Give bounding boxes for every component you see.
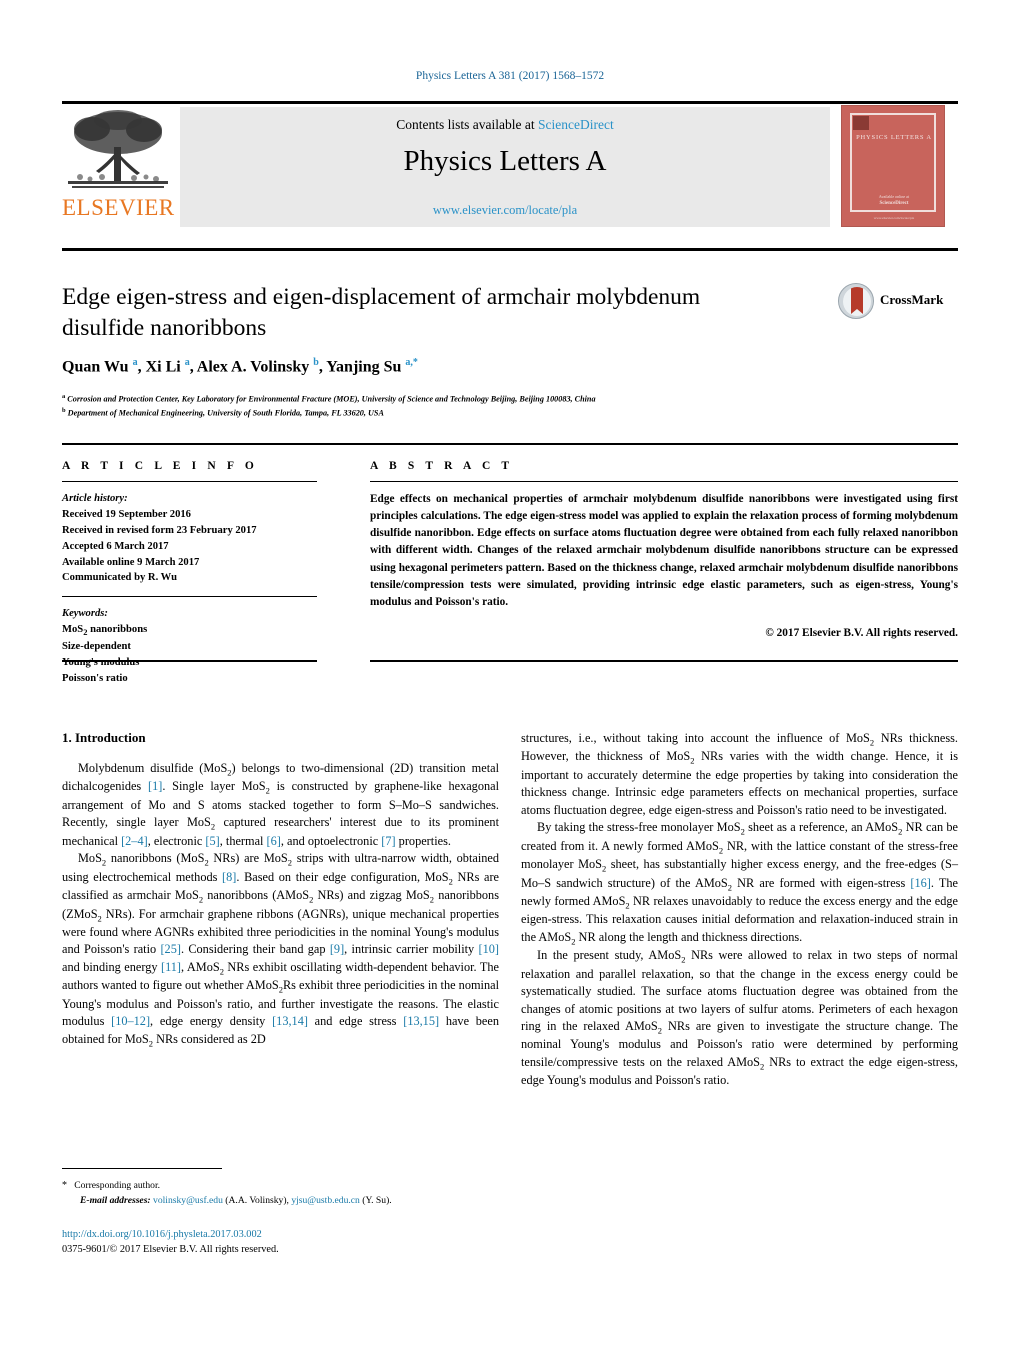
page-title: Edge eigen-stress and eigen-displacement… — [62, 284, 701, 342]
corresponding-author-text: Corresponding author. — [74, 1180, 161, 1191]
abstract-divider — [370, 481, 958, 482]
section-heading-introduction: 1. Introduction — [62, 730, 146, 745]
citation-ref[interactable]: [16] — [910, 876, 931, 890]
keywords-label: Keywords: — [62, 608, 108, 620]
cover-bottom-text: www.elsevier.com/locate/pla — [873, 216, 915, 220]
history-item: Available online 9 March 2017 — [62, 556, 200, 568]
article-info-column: A R T I C L E I N F O Article history: R… — [62, 460, 317, 687]
abstract-body: Edge effects on mechanical properties of… — [370, 493, 958, 608]
asterisk-icon: * — [62, 1180, 67, 1191]
paragraph: Molybdenum disulfide (MoS2) belongs to t… — [62, 761, 499, 848]
article-info-bottom-rule — [62, 660, 317, 662]
article-info-heading: A R T I C L E I N F O — [62, 460, 258, 472]
elsevier-tree-icon — [66, 107, 170, 195]
paragraph: By taking the stress-free monolayer MoS2… — [521, 820, 959, 947]
email-link-volinsky[interactable]: volinsky@usf.edu — [153, 1195, 223, 1206]
affiliation-a: a Corrosion and Protection Center, Key L… — [62, 393, 596, 404]
citation-ref[interactable]: [11] — [161, 960, 181, 974]
abstract-bottom-rule — [370, 660, 958, 662]
email-owner-volinsky: (A.A. Volinsky), — [225, 1194, 289, 1206]
citation-ref[interactable]: [7] — [381, 834, 395, 848]
abstract-copyright: © 2017 Elsevier B.V. All rights reserved… — [765, 627, 958, 640]
email-owner-su: (Y. Su). — [362, 1194, 392, 1206]
journal-cover-image: PHYSICS LETTERS A Available online at Sc… — [841, 105, 945, 227]
elsevier-wordmark: ELSEVIER — [62, 195, 175, 220]
doi-block: http://dx.doi.org/10.1016/j.physleta.201… — [62, 1228, 499, 1258]
elsevier-logo[interactable]: ELSEVIER — [62, 107, 174, 227]
citation-ref[interactable]: [13,15] — [403, 1014, 439, 1028]
keyword-item: MoS2 nanoribbons — [62, 624, 148, 638]
journal-title: Physics Letters A — [403, 145, 607, 177]
sciencedirect-link[interactable]: ScienceDirect — [538, 117, 614, 132]
issn-copyright-line: 0375-9601/© 2017 Elsevier B.V. All right… — [62, 1243, 279, 1255]
paragraph: MoS2 nanoribbons (MoS2 NRs) are MoS2 str… — [62, 851, 500, 1049]
footnote-divider — [62, 1168, 222, 1169]
crossmark-badge[interactable]: CrossMark — [838, 283, 958, 323]
journal-url-link[interactable]: www.elsevier.com/locate/pla — [180, 203, 830, 218]
cover-footer: Available online at ScienceDirect — [842, 194, 946, 208]
crossmark-label: CrossMark — [880, 292, 944, 307]
affiliation-b-text: Department of Mechanical Engineering, Un… — [67, 408, 384, 418]
article-history: Article history: Received 19 September 2… — [62, 491, 317, 586]
cover-footer-line2: ScienceDirect — [879, 201, 909, 207]
citation-ref[interactable]: [8] — [222, 870, 236, 884]
contents-available-line: Contents lists available at ScienceDirec… — [180, 117, 830, 133]
citation-ref[interactable]: [10–12] — [111, 1014, 150, 1028]
body-column-right: structures, i.e., without taking into ac… — [521, 730, 958, 1090]
citation-ref[interactable]: [10] — [478, 942, 499, 956]
paper-page: Physics Letters A 381 (2017) 1568–1572 E… — [0, 0, 1020, 1351]
article-info-top-rule — [62, 443, 958, 445]
citation-ref[interactable]: [5] — [205, 834, 219, 848]
running-head: Physics Letters A 381 (2017) 1568–1572 — [415, 70, 605, 82]
history-item: Accepted 6 March 2017 — [62, 540, 169, 552]
contents-prefix: Contents lists available at — [396, 117, 538, 132]
crossmark-icon — [838, 283, 874, 319]
keywords-block: Keywords: MoS2 nanoribbons Size-dependen… — [62, 606, 317, 686]
keyword-item: Poisson's ratio — [62, 672, 128, 684]
footnote-block: * Corresponding author. E-mail addresses… — [62, 1178, 499, 1209]
history-item: Communicated by R. Wu — [62, 572, 177, 584]
paragraph: In the present study, AMoS2 NRs were all… — [521, 948, 958, 1088]
body-column-left: 1. Introduction Molybdenum disulfide (Mo… — [62, 730, 499, 1049]
citation-ref[interactable]: [6] — [267, 834, 281, 848]
abstract-column: A B S T R A C T Edge effects on mechanic… — [370, 460, 958, 639]
cover-badge-icon — [853, 116, 869, 130]
email-link-su[interactable]: yjsu@ustb.edu.cn — [291, 1195, 360, 1206]
affiliation-a-text: Corrosion and Protection Center, Key Lab… — [67, 394, 596, 404]
cover-footer-line1: Available online at — [878, 194, 910, 199]
doi-link[interactable]: http://dx.doi.org/10.1016/j.physleta.201… — [62, 1228, 499, 1243]
history-item: Received 19 September 2016 — [62, 508, 191, 520]
corresponding-author-note: * Corresponding author. — [62, 1178, 499, 1194]
citation-ref[interactable]: [1] — [148, 779, 162, 793]
article-info-divider — [62, 481, 317, 482]
citation-ref[interactable]: [9] — [330, 942, 344, 956]
keywords-divider — [62, 596, 317, 598]
citation-ref[interactable]: [13,14] — [272, 1014, 308, 1028]
keyword-item: Size-dependent — [62, 641, 131, 653]
affiliation-list: a Corrosion and Protection Center, Key L… — [62, 392, 882, 420]
crossmark-icon-inner — [843, 287, 871, 316]
keyword-item: Young's modulus — [62, 656, 140, 668]
journal-masthead: ELSEVIER Contents lists available at Sci… — [62, 103, 830, 228]
article-history-label: Article history: — [62, 493, 128, 504]
citation-ref[interactable]: [25] — [160, 942, 181, 956]
author-list: Quan Wu a, Xi Li a, Alex A. Volinsky b, … — [62, 357, 418, 376]
paragraph: structures, i.e., without taking into ac… — [521, 731, 959, 817]
crossmark-ribbon-icon — [851, 287, 863, 314]
citation-ref[interactable]: [2–4] — [121, 834, 148, 848]
abstract-heading: A B S T R A C T — [370, 460, 514, 472]
email-label: E-mail addresses: — [80, 1194, 151, 1206]
title-top-rule — [62, 248, 958, 251]
history-item: Received in revised form 23 February 201… — [62, 524, 257, 536]
affiliation-b: b Department of Mechanical Engineering, … — [62, 407, 384, 418]
masthead-panel: Contents lists available at ScienceDirec… — [180, 107, 830, 227]
email-addresses-line: E-mail addresses: volinsky@usf.edu (A.A.… — [62, 1194, 499, 1209]
cover-title: PHYSICS LETTERS A — [856, 134, 932, 141]
